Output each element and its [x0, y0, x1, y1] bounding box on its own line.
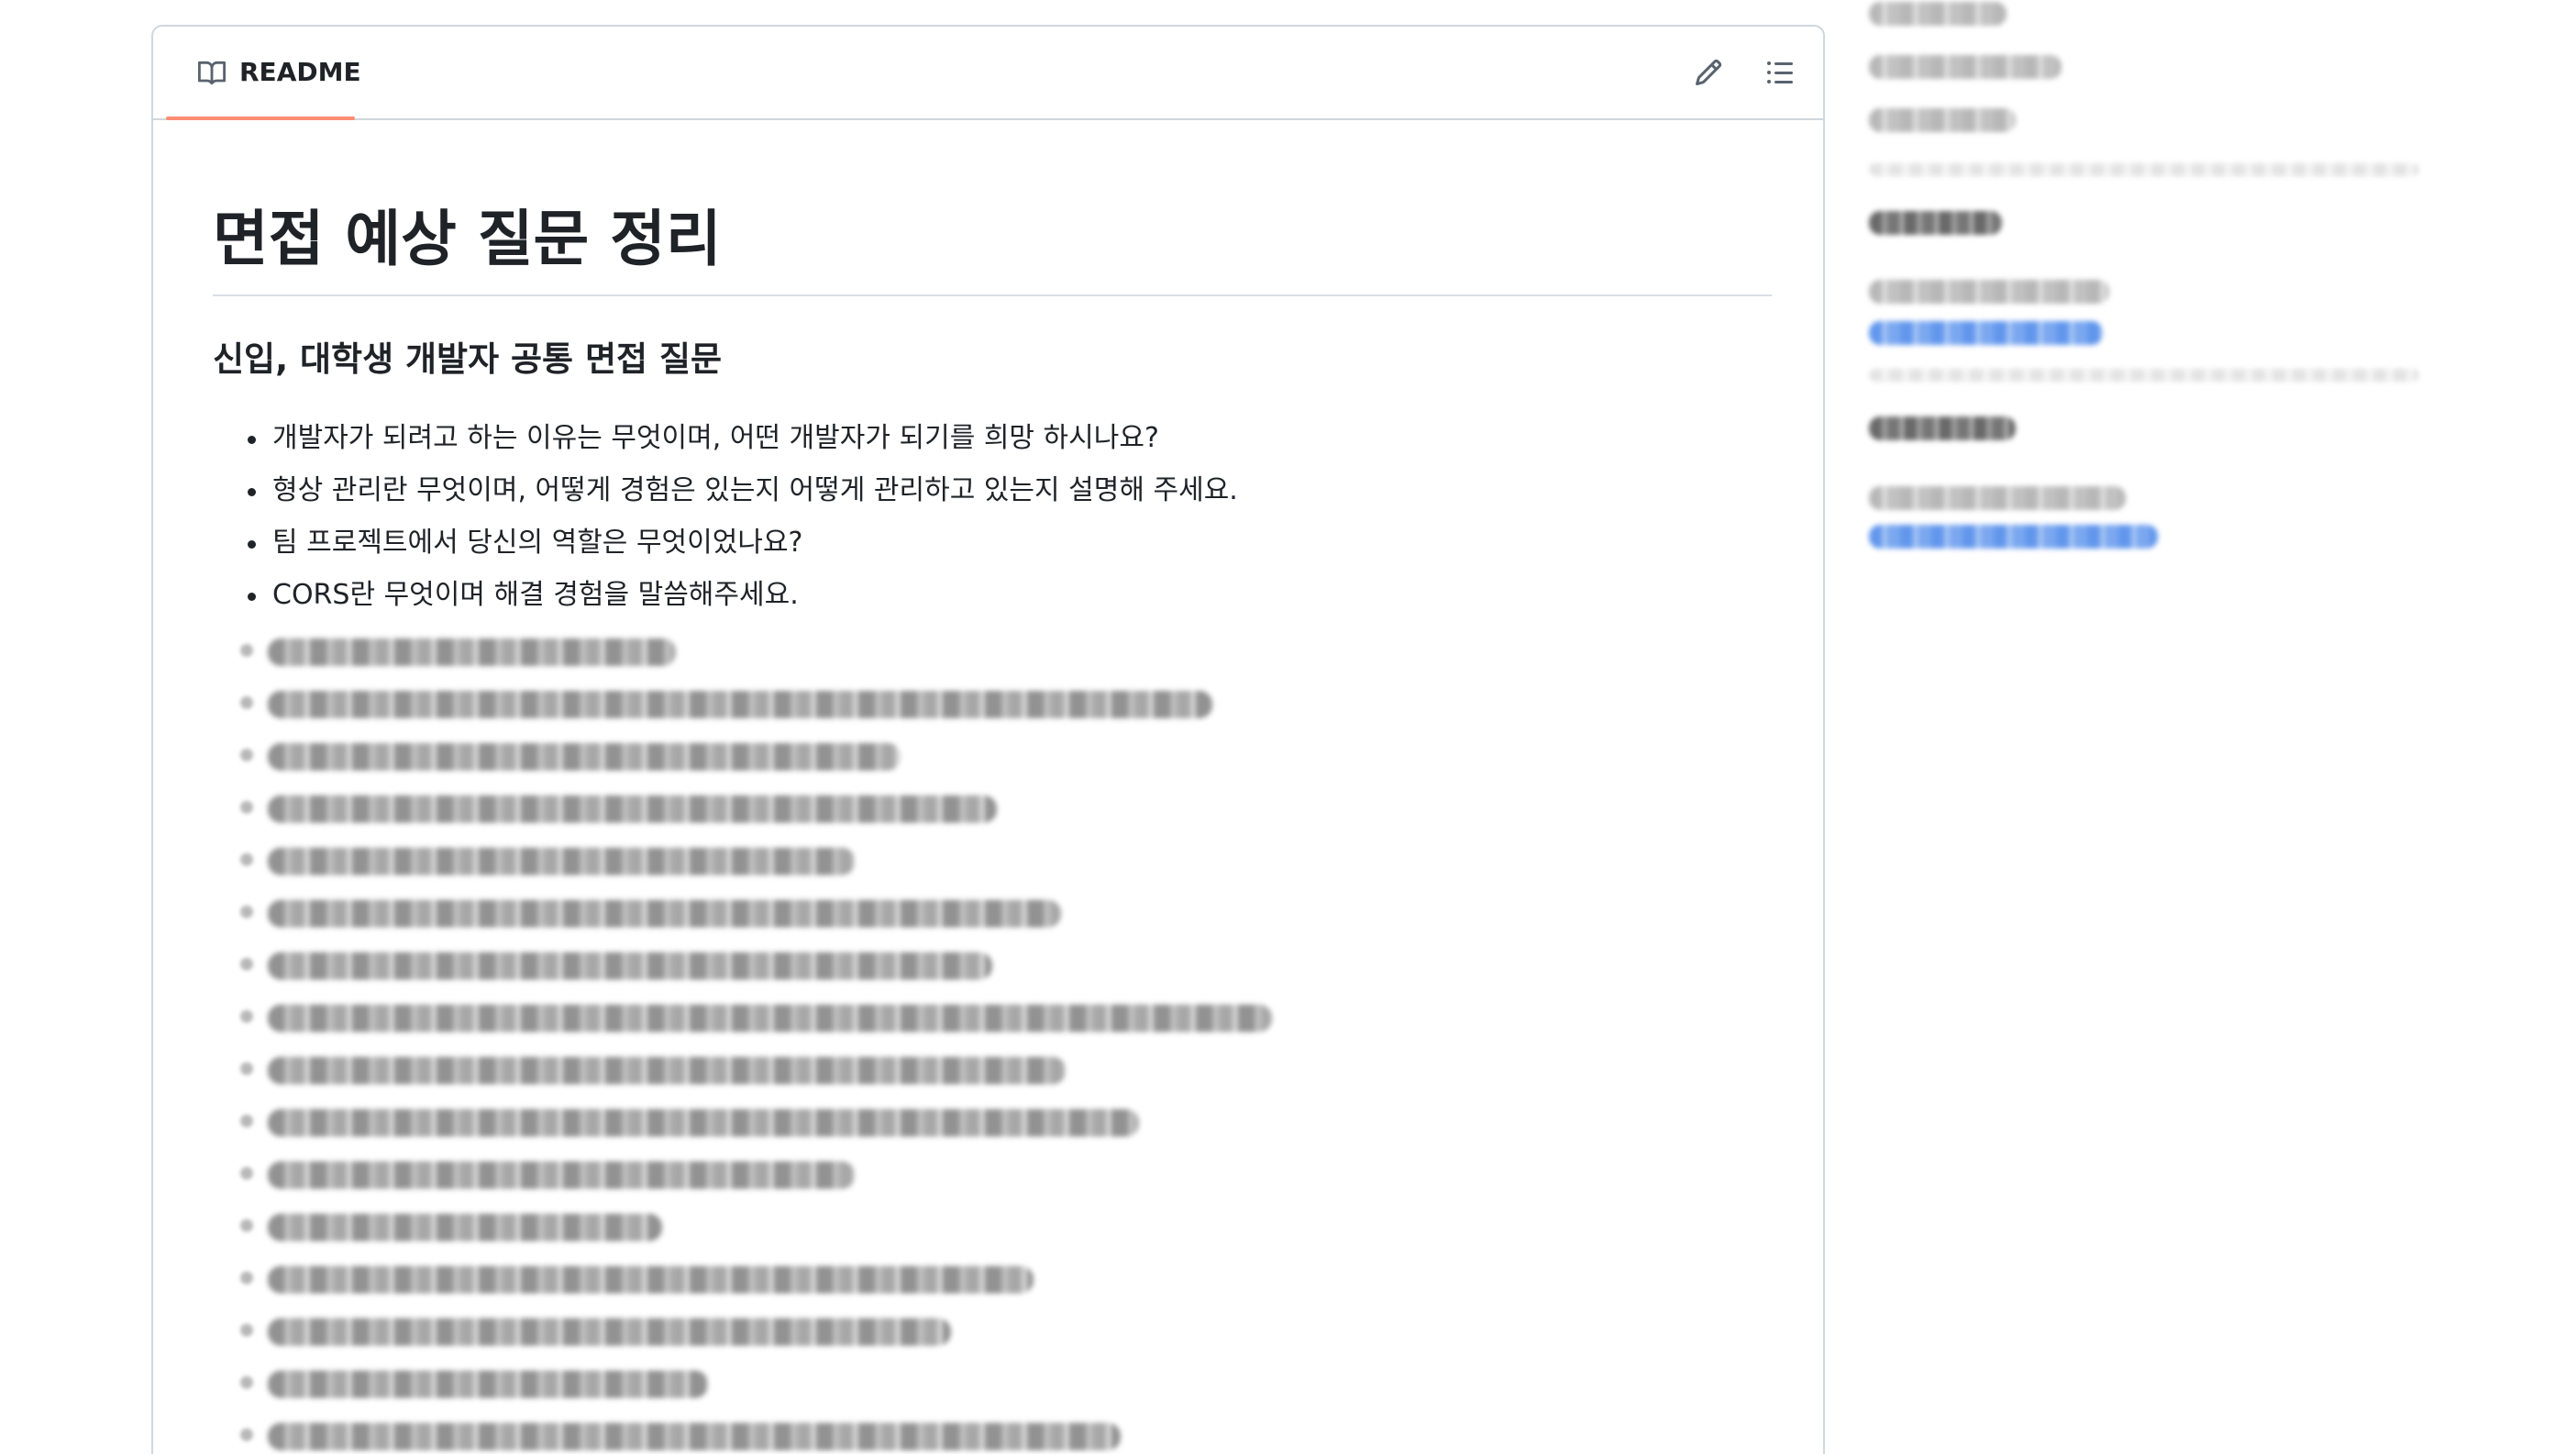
page-title: 면접 예상 질문 정리 [213, 204, 722, 274]
redacted-divider [1869, 163, 2419, 176]
toc-button[interactable] [1762, 54, 1798, 91]
redacted-text [268, 848, 855, 875]
bullet [240, 1010, 253, 1023]
page: README 면접 예상 질문 정리 신입, 대학생 개발자 공통 면접 질문 … [0, 0, 2576, 1454]
redacted-text [268, 1109, 1139, 1137]
bullet [240, 749, 253, 761]
bullet [240, 1271, 253, 1284]
redacted-text [268, 1371, 708, 1398]
bullet [240, 801, 253, 814]
redacted-text [268, 638, 676, 666]
list-item: 형상 관리란 무엇이며, 어떻게 경험은 있는지 어떻게 관리하고 있는지 설명… [213, 464, 1238, 516]
bullet [240, 1115, 253, 1127]
redacted-text [268, 900, 1061, 927]
book-icon [198, 61, 227, 85]
redacted-sidebar-item[interactable] [1869, 108, 2016, 132]
redacted-text [268, 1161, 855, 1189]
redacted-text [268, 952, 992, 980]
readme-box: README 면접 예상 질문 정리 신입, 대학생 개발자 공통 면접 질문 … [151, 25, 1825, 1454]
section-heading: 신입, 대학생 개발자 공통 면접 질문 [213, 339, 723, 379]
bullet [240, 1062, 253, 1075]
bullet [240, 1376, 253, 1389]
list-unordered-icon [1767, 61, 1793, 83]
redacted-sidebar-link[interactable] [1869, 525, 2158, 549]
redacted-sidebar-item[interactable] [1869, 2, 2007, 26]
redacted-text [268, 691, 1212, 718]
list-item: 팀 프로젝트에서 당신의 역할은 무엇이었나요? [213, 516, 1238, 569]
bullet [240, 1428, 253, 1441]
tab-underline [166, 117, 355, 120]
redacted-divider [1869, 369, 2419, 382]
question-list: 개발자가 되려고 하는 이유는 무엇이며, 어떤 개발자가 되기를 희망 하시나… [213, 412, 1238, 621]
redacted-sidebar-link[interactable] [1869, 321, 2103, 345]
redacted-text [268, 1318, 951, 1346]
bullet [240, 958, 253, 971]
redacted-sidebar-heading [1869, 416, 2016, 440]
redacted-text [268, 1423, 1121, 1450]
redacted-text [268, 1057, 1066, 1084]
redacted-sidebar-item[interactable] [1869, 55, 2062, 79]
pencil-icon [1695, 59, 1722, 86]
redacted-sidebar-heading [1869, 211, 2002, 235]
redacted-text [268, 795, 997, 823]
redacted-sidebar-text [1869, 486, 2126, 510]
readme-tab-label: README [239, 57, 361, 87]
redacted-text [268, 1004, 1272, 1032]
readme-tab[interactable]: README [166, 27, 361, 118]
repo-sidebar [1862, 0, 2522, 587]
readme-header: README [153, 27, 1823, 120]
bullet [240, 905, 253, 918]
redacted-text [268, 1214, 662, 1241]
edit-button[interactable] [1690, 54, 1727, 91]
bullet [240, 696, 253, 709]
bullet [240, 1167, 253, 1180]
list-item: 개발자가 되려고 하는 이유는 무엇이며, 어떤 개발자가 되기를 희망 하시나… [213, 412, 1238, 464]
redacted-text [268, 743, 901, 771]
redacted-sidebar-text [1869, 280, 2109, 304]
redacted-text [268, 1266, 1034, 1293]
list-item: CORS란 무엇이며 해결 경험을 말씀해주세요. [213, 569, 1238, 621]
bullet [240, 644, 253, 657]
title-divider [213, 294, 1772, 296]
bullet [240, 1324, 253, 1337]
bullet [240, 853, 253, 866]
bullet [240, 1219, 253, 1232]
